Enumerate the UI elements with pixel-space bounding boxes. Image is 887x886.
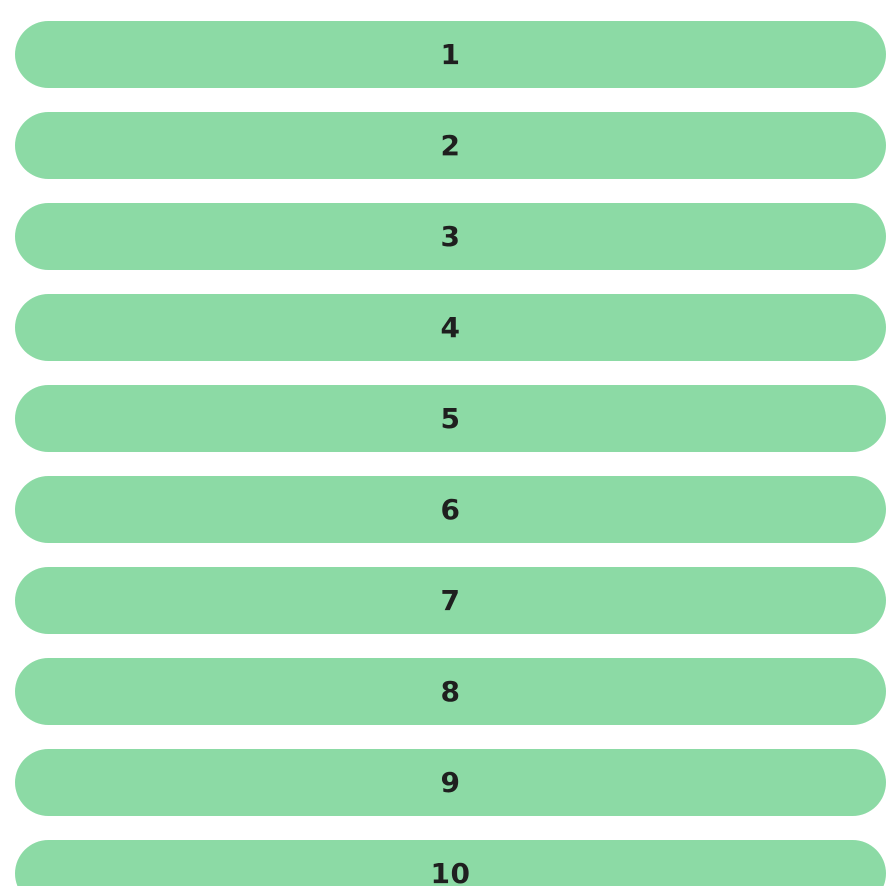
list-item-4[interactable]: 4 xyxy=(15,294,886,361)
list-item-label: 7 xyxy=(440,583,461,617)
list-item-label: 3 xyxy=(440,219,461,253)
list-item-2[interactable]: 2 xyxy=(15,112,886,179)
list-item-label: 9 xyxy=(440,765,461,799)
list-item-9[interactable]: 9 xyxy=(15,749,886,816)
list-item-3[interactable]: 3 xyxy=(15,203,886,270)
list-item-label: 10 xyxy=(430,856,471,886)
item-list: 1 2 3 4 5 6 7 8 9 10 xyxy=(15,21,886,886)
list-item-6[interactable]: 6 xyxy=(15,476,886,543)
list-item-label: 5 xyxy=(440,401,461,435)
list-item-8[interactable]: 8 xyxy=(15,658,886,725)
list-item-label: 1 xyxy=(440,37,461,71)
list-item-label: 4 xyxy=(440,310,461,344)
list-item-label: 8 xyxy=(440,674,461,708)
page: 1 2 3 4 5 6 7 8 9 10 xyxy=(0,0,887,886)
list-item-7[interactable]: 7 xyxy=(15,567,886,634)
list-item-1[interactable]: 1 xyxy=(15,21,886,88)
list-item-label: 6 xyxy=(440,492,461,526)
list-item-label: 2 xyxy=(440,128,461,162)
list-item-5[interactable]: 5 xyxy=(15,385,886,452)
list-item-10[interactable]: 10 xyxy=(15,840,886,886)
